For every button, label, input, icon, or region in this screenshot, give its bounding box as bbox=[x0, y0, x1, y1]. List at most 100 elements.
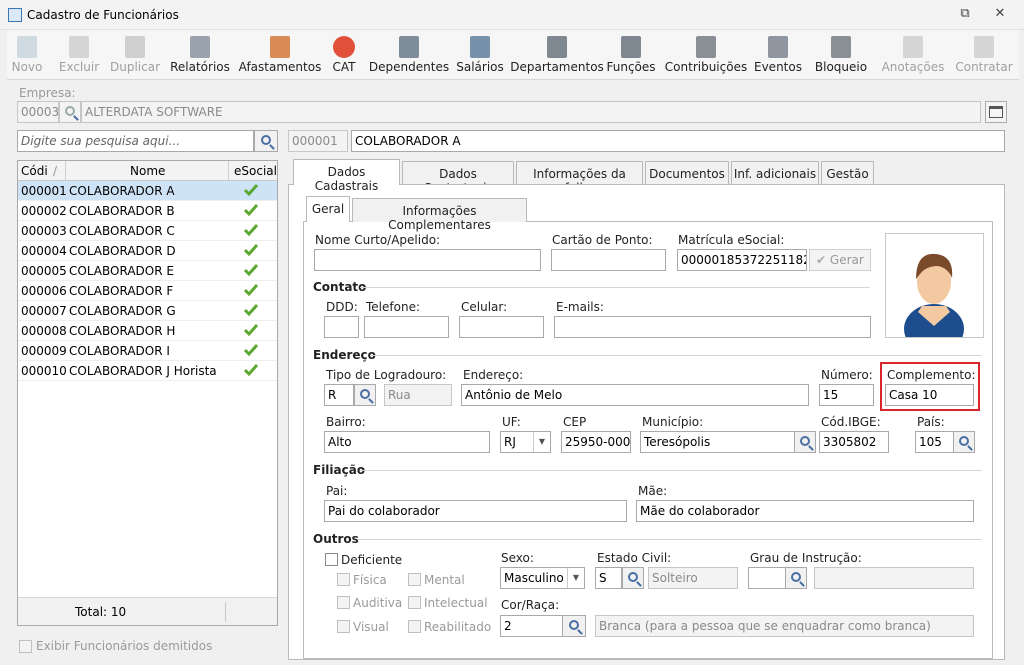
row-name: COLABORADOR A bbox=[69, 184, 175, 198]
divider bbox=[370, 355, 982, 356]
chevron-down-icon[interactable]: ▼ bbox=[567, 568, 584, 588]
toolbar-departamentos-button[interactable]: Departamentos bbox=[506, 34, 608, 78]
toolbar-contratar-button[interactable]: Contratar bbox=[949, 34, 1019, 78]
lock-icon bbox=[831, 36, 851, 58]
tipo-logradouro-code[interactable]: R bbox=[324, 384, 354, 406]
tab-informacoes-da-folha[interactable]: Informações da folha bbox=[516, 161, 643, 195]
ddd-label: DDD: bbox=[326, 300, 358, 314]
search-icon bbox=[261, 135, 271, 145]
fisica-checkbox[interactable] bbox=[337, 573, 350, 586]
deficiente-label: Deficiente bbox=[341, 553, 403, 567]
table-row[interactable]: 000006 COLABORADOR F bbox=[18, 281, 277, 301]
toolbar-bloqueio-button[interactable]: Bloqueio bbox=[810, 34, 872, 78]
table-row[interactable]: 000007 COLABORADOR G bbox=[18, 301, 277, 321]
table-row[interactable]: 000002 COLABORADOR B bbox=[18, 201, 277, 221]
col-esocial-header[interactable]: eSocial bbox=[234, 164, 277, 178]
toolbar-dependentes-button[interactable]: Dependentes bbox=[365, 34, 453, 78]
calendar-icon bbox=[989, 106, 1003, 118]
municipio-search-button[interactable] bbox=[794, 431, 816, 453]
sexo-label: Sexo: bbox=[501, 551, 534, 565]
visual-checkbox[interactable] bbox=[337, 620, 350, 633]
auditiva-checkbox[interactable] bbox=[337, 596, 350, 609]
subtab-geral[interactable]: Geral bbox=[306, 196, 350, 222]
nome-curto-input[interactable] bbox=[314, 249, 541, 271]
municipio-input[interactable]: Teresópolis bbox=[640, 431, 795, 453]
toolbar-cat-button[interactable]: CAT bbox=[325, 34, 363, 78]
endereco-input[interactable]: Antônio de Melo bbox=[461, 384, 809, 406]
toolbar-contribuicoes-button[interactable]: Contribuições bbox=[663, 34, 749, 78]
estado-civil-code[interactable]: S bbox=[595, 567, 622, 589]
pai-input[interactable]: Pai do colaborador bbox=[324, 500, 627, 522]
pais-search-button[interactable] bbox=[953, 431, 975, 453]
ibge-input[interactable]: 3305802 bbox=[819, 431, 889, 453]
grau-instrucao-code[interactable] bbox=[748, 567, 786, 589]
search-input[interactable]: Digite sua pesquisa aqui... bbox=[17, 130, 254, 152]
reabilitado-checkbox[interactable] bbox=[408, 620, 421, 633]
desk-icon bbox=[547, 36, 567, 58]
intelectual-checkbox[interactable] bbox=[408, 596, 421, 609]
show-dismissed-checkbox[interactable] bbox=[19, 640, 32, 653]
cor-raca-search-button[interactable] bbox=[562, 615, 586, 637]
numero-input[interactable]: 15 bbox=[819, 384, 874, 406]
estado-civil-search-button[interactable] bbox=[622, 567, 644, 589]
tab-inf-adicionais[interactable]: Inf. adicionais bbox=[731, 161, 819, 185]
toolbar-excluir-button[interactable]: Excluir bbox=[54, 34, 104, 78]
uf-value: RJ bbox=[504, 435, 516, 449]
tab-dados-contratuais[interactable]: Dados Contratuais bbox=[402, 161, 514, 195]
table-row[interactable]: 000004 COLABORADOR D bbox=[18, 241, 277, 261]
grau-instrucao-search-button[interactable] bbox=[785, 567, 807, 589]
toolbar-label: Excluir bbox=[58, 60, 100, 74]
cep-input[interactable]: 25950-000 bbox=[561, 431, 631, 453]
col-name-header[interactable]: Nome bbox=[130, 164, 165, 178]
tipo-logradouro-search-button[interactable] bbox=[354, 384, 376, 406]
table-row[interactable]: 000001 COLABORADOR A bbox=[18, 181, 277, 201]
table-row[interactable]: 000010 COLABORADOR J Horista bbox=[18, 361, 277, 381]
reabilitado-label: Reabilitado bbox=[424, 620, 492, 634]
gerar-button[interactable]: ✔ Gerar bbox=[809, 249, 871, 271]
pais-input[interactable]: 105 bbox=[915, 431, 954, 453]
current-code: 000001 bbox=[288, 130, 348, 152]
toolbar-afastamentos-button[interactable]: Afastamentos bbox=[237, 34, 323, 78]
mental-checkbox[interactable] bbox=[408, 573, 421, 586]
estado-civil-name: Solteiro bbox=[648, 567, 738, 589]
matricula-label: Matrícula eSocial: bbox=[678, 233, 785, 247]
matricula-input[interactable]: 00000185372251182 bbox=[677, 249, 807, 271]
tab-gestao[interactable]: Gestão bbox=[821, 161, 874, 185]
avatar[interactable] bbox=[885, 233, 984, 354]
celular-input[interactable] bbox=[459, 316, 544, 338]
toolbar-salarios-button[interactable]: Salários bbox=[450, 34, 510, 78]
col-code-header[interactable]: Códi bbox=[21, 164, 48, 178]
pais-label: País: bbox=[917, 415, 945, 429]
toolbar-relatorios-button[interactable]: Relatórios bbox=[165, 34, 235, 78]
telefone-input[interactable] bbox=[364, 316, 449, 338]
new-doc-icon bbox=[17, 36, 37, 58]
current-name: COLABORADOR A bbox=[351, 130, 1005, 152]
deficiente-checkbox[interactable] bbox=[325, 553, 338, 566]
toolbar-novo-button[interactable]: Novo bbox=[9, 34, 45, 78]
search-button[interactable] bbox=[254, 130, 278, 152]
close-button[interactable]: ✕ bbox=[989, 6, 1011, 24]
table-row[interactable]: 000008 COLABORADOR H bbox=[18, 321, 277, 341]
cor-raca-code[interactable]: 2 bbox=[500, 615, 563, 637]
toolbar-eventos-button[interactable]: Eventos bbox=[753, 34, 803, 78]
table-row[interactable]: 000003 COLABORADOR C bbox=[18, 221, 277, 241]
chevron-down-icon[interactable]: ▼ bbox=[533, 432, 550, 452]
emails-input[interactable] bbox=[554, 316, 871, 338]
table-row[interactable]: 000009 COLABORADOR I bbox=[18, 341, 277, 361]
toolbar-funcoes-button[interactable]: Funções bbox=[603, 34, 659, 78]
complemento-input[interactable]: Casa 10 bbox=[885, 384, 974, 406]
toolbar-duplicar-button[interactable]: Duplicar bbox=[105, 34, 165, 78]
bairro-input[interactable]: Alto bbox=[324, 431, 490, 453]
ddd-input[interactable] bbox=[324, 316, 359, 338]
numero-label: Número: bbox=[821, 368, 873, 382]
cartao-ponto-input[interactable] bbox=[551, 249, 666, 271]
restore-button[interactable]: ⧉ bbox=[954, 6, 976, 24]
calendar-button[interactable] bbox=[985, 101, 1007, 123]
subtab-info-complementares[interactable]: Informações Complementares bbox=[352, 198, 527, 232]
mae-input[interactable]: Mãe do colaborador bbox=[636, 500, 974, 522]
toolbar-anotacoes-button[interactable]: Anotações bbox=[877, 34, 949, 78]
table-row[interactable]: 000005 COLABORADOR E bbox=[18, 261, 277, 281]
tab-documentos[interactable]: Documentos bbox=[645, 161, 729, 185]
gerar-label: Gerar bbox=[829, 253, 864, 267]
tab-dados-cadastrais[interactable]: Dados Cadastrais bbox=[293, 159, 400, 193]
